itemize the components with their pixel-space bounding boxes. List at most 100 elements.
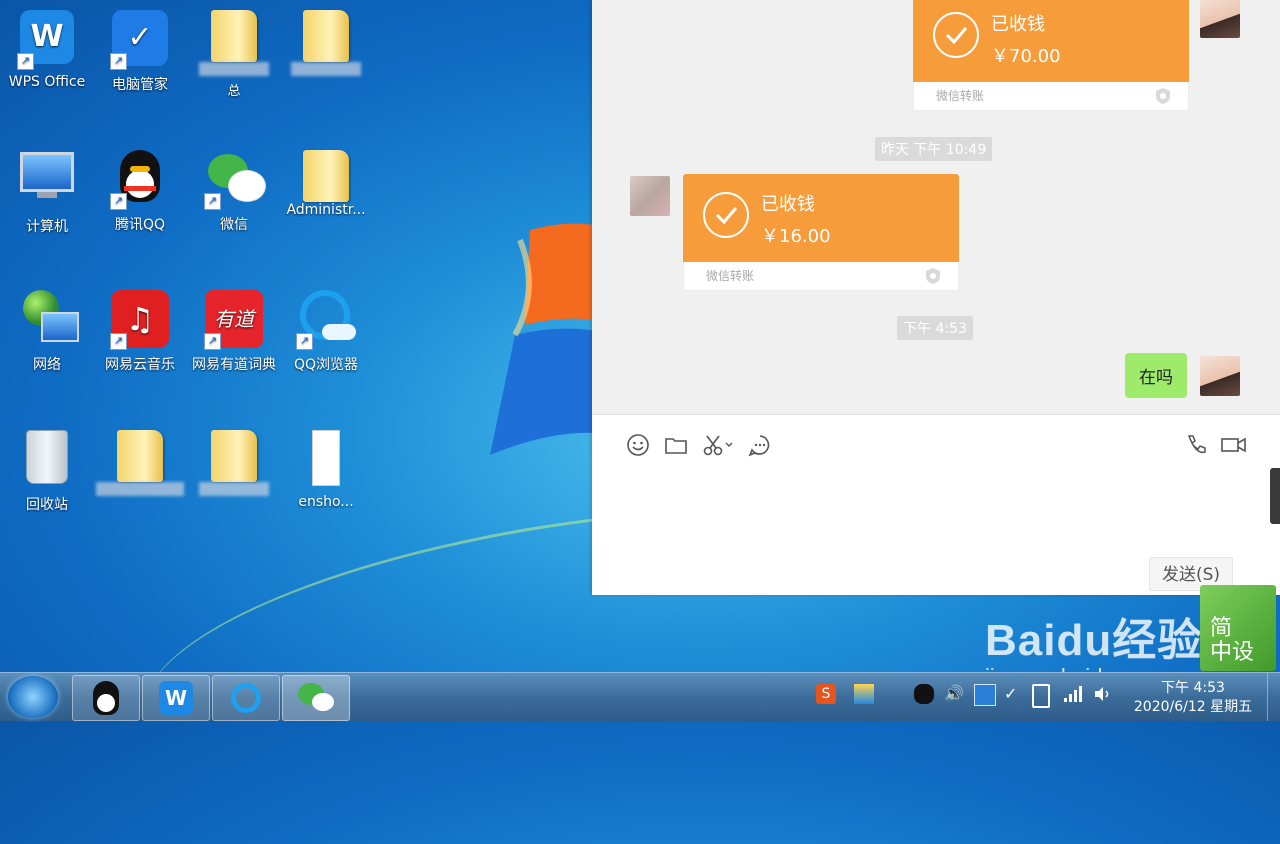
transfer-status: 已收钱: [761, 194, 815, 215]
check-circle-icon: [703, 192, 749, 238]
shield-tray-icon[interactable]: ✓: [1004, 684, 1024, 704]
timestamp: 昨天 下午 10:49: [875, 137, 993, 161]
recycle-bin-icon: [17, 430, 77, 490]
folder-icon: [303, 10, 349, 62]
desktop-icon-recycle-bin[interactable]: 回收站: [1, 424, 93, 514]
check-circle-icon: [933, 12, 979, 58]
taskbar-wps[interactable]: W: [142, 675, 210, 721]
icon-label: Administr...: [286, 202, 366, 218]
desktop-icon-network[interactable]: 网络: [1, 284, 93, 374]
device-icon[interactable]: [1032, 684, 1050, 708]
clock-date: 2020/6/12 星期五: [1133, 699, 1253, 715]
qq-icon: ↗: [110, 150, 170, 210]
icon-label: ensho...: [298, 494, 354, 510]
wechat-chat-window: 已收钱 ￥70.00 微信转账 昨天 下午 10:49 已收钱 ￥16.00 微…: [592, 0, 1280, 595]
message-bubble[interactable]: 在吗: [1125, 353, 1187, 398]
volume-icon[interactable]: [1092, 684, 1112, 704]
icon-label: 微信: [220, 217, 248, 233]
youdao-icon: 有道 ↗: [204, 290, 264, 350]
chat-history-icon[interactable]: [748, 433, 772, 457]
folder-icon[interactable]: [664, 433, 688, 457]
icon-label: 总: [227, 84, 241, 99]
transfer-card-sent[interactable]: 已收钱 ￥70.00 微信转账: [913, 0, 1189, 111]
blurred-label: [291, 62, 361, 76]
desktop-icon-screenshot[interactable]: ensho...: [280, 424, 372, 510]
screenshot-scissors-icon[interactable]: [702, 433, 734, 457]
folder-icon: [211, 430, 257, 482]
clock-time: 下午 4:53: [1161, 680, 1225, 696]
system-tray: S 🔊 ✓: [810, 681, 1120, 711]
timestamp: 下午 4:53: [897, 316, 973, 340]
watermark-badge: 简 中设: [1200, 585, 1276, 671]
video-call-icon[interactable]: [1220, 433, 1248, 457]
desktop-icon-folder-2[interactable]: [280, 4, 372, 80]
contact-avatar[interactable]: [630, 176, 670, 216]
signal-icon[interactable]: [1062, 684, 1082, 704]
qq-icon: [93, 681, 119, 715]
show-desktop-button[interactable]: [1267, 673, 1280, 721]
network-tray-icon[interactable]: [854, 684, 874, 704]
qq-browser-icon: ↗: [296, 290, 356, 350]
desktop-icon-wps[interactable]: W ↗ WPS Office: [1, 4, 93, 90]
desktop-icon-wechat[interactable]: ↗ 微信: [188, 144, 280, 234]
self-avatar[interactable]: [1200, 0, 1240, 38]
shield-icon: [926, 268, 940, 284]
clock[interactable]: 下午 4:53 2020/6/12 星期五: [1126, 679, 1260, 717]
icon-label: 腾讯QQ: [114, 217, 166, 233]
desktop-icon-administrator[interactable]: Administr...: [280, 144, 372, 218]
screenshot-file-icon: [296, 430, 356, 490]
icon-label: 网易云音乐: [105, 357, 175, 373]
wechat-icon: ↗: [204, 150, 266, 210]
icon-label: 回收站: [26, 497, 68, 513]
transfer-amount: ￥16.00: [761, 226, 831, 247]
desktop-icon-youdao[interactable]: 有道 ↗ 网易有道词典: [188, 284, 280, 374]
desktop-icon-computer[interactable]: 计算机: [1, 144, 93, 236]
blurred-label: [199, 482, 269, 496]
icon-label: 网络: [33, 357, 61, 373]
taskbar-qq-browser[interactable]: [212, 675, 280, 721]
desktop-icon-pc-manager[interactable]: ✓ ↗ 电脑管家: [94, 4, 186, 94]
netease-music-icon: ♫ ↗: [110, 290, 170, 350]
desktop-icon-qq[interactable]: ↗ 腾讯QQ: [94, 144, 186, 234]
taskbar-wechat[interactable]: [282, 675, 350, 721]
blurred-label: [96, 482, 184, 496]
sogou-ime-icon[interactable]: S: [816, 684, 836, 704]
phone-icon[interactable]: [1184, 433, 1208, 457]
input-area[interactable]: 发送(S): [592, 414, 1280, 595]
transfer-footer: 微信转账: [706, 269, 755, 283]
icon-label: 网易有道词典: [192, 357, 276, 373]
folder-icon: [117, 430, 163, 482]
wps-icon: W: [159, 681, 193, 715]
taskbar-qq[interactable]: [72, 675, 140, 721]
watermark-brand: Baidu经验: [985, 616, 1203, 665]
transfer-status: 已收钱: [991, 14, 1045, 35]
message-area: 已收钱 ￥70.00 微信转账 昨天 下午 10:49 已收钱 ￥16.00 微…: [592, 0, 1280, 414]
qq-tray-icon[interactable]: [914, 684, 934, 704]
self-avatar[interactable]: [1200, 356, 1240, 396]
pc-manager-icon: ✓ ↗: [110, 10, 170, 70]
start-button[interactable]: [8, 676, 58, 718]
icon-label: 电脑管家: [112, 77, 168, 93]
transfer-card-received[interactable]: 已收钱 ￥16.00 微信转账: [683, 174, 959, 291]
shield-icon: [1156, 88, 1170, 104]
icon-label: WPS Office: [8, 74, 86, 90]
side-handle[interactable]: [1270, 468, 1280, 524]
transfer-amount: ￥70.00: [991, 46, 1061, 67]
app-tray-icon[interactable]: [974, 684, 996, 706]
user-folder-icon: [303, 150, 349, 202]
desktop-icon-folder-1[interactable]: 总: [188, 4, 280, 99]
transfer-footer: 微信转账: [936, 89, 985, 103]
wechat-icon: [296, 681, 336, 715]
emoji-icon[interactable]: [626, 433, 650, 457]
desktop-icon-netease-music[interactable]: ♫ ↗ 网易云音乐: [94, 284, 186, 374]
desktop-icon-qq-browser[interactable]: ↗ QQ浏览器: [280, 284, 372, 374]
desktop-icon-folder-4[interactable]: [188, 424, 280, 500]
taskbar: W S 🔊 ✓ 下午 4:53 2020/6/12 星期五: [0, 672, 1280, 721]
computer-icon: [17, 152, 77, 212]
qq-browser-icon: [231, 683, 261, 713]
folder-icon: [211, 10, 257, 62]
desktop-icon-folder-3[interactable]: [94, 424, 186, 500]
icon-label: 计算机: [26, 219, 68, 235]
speaker-icon[interactable]: 🔊: [944, 684, 964, 704]
icon-label: QQ浏览器: [293, 357, 359, 373]
